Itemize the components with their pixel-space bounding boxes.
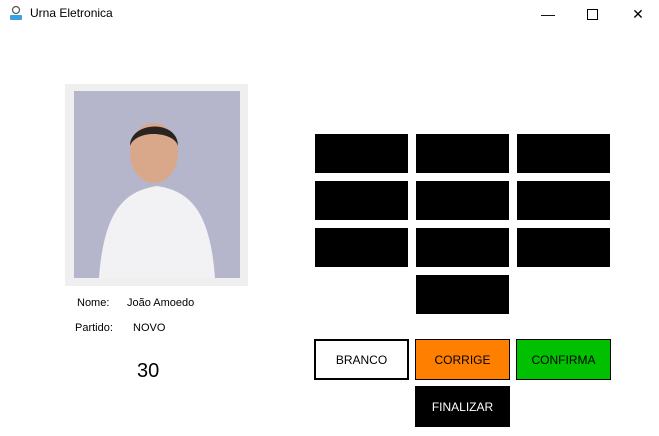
party-label: Partido: [75,322,113,334]
keypad-key-5[interactable] [416,181,509,220]
party-value: NOVO [133,322,166,334]
candidate-number: 30 [137,360,160,382]
corrige-button[interactable]: CORRIGE [415,339,510,380]
keypad-key-2[interactable] [416,134,509,173]
keypad-key-6[interactable] [517,181,610,220]
app-icon [8,5,24,21]
maximize-button[interactable] [569,0,615,28]
close-button[interactable]: ✕ [615,0,659,28]
keypad-key-0[interactable] [416,275,509,314]
keypad-key-7[interactable] [315,228,408,267]
candidate-photo [74,91,240,278]
name-label: Nome: [77,297,110,309]
name-value: João Amoedo [127,297,195,309]
branco-button[interactable]: BRANCO [314,339,409,380]
candidate-photo-frame [65,84,248,286]
window-title: Urna Eletronica [30,6,113,20]
finalizar-button[interactable]: FINALIZAR [415,386,510,427]
minimize-button[interactable]: — [525,0,571,28]
keypad-key-8[interactable] [416,228,509,267]
keypad-key-3[interactable] [517,134,610,173]
keypad-key-1[interactable] [315,134,408,173]
keypad-key-9[interactable] [517,228,610,267]
confirma-button[interactable]: CONFIRMA [516,339,611,380]
keypad-key-4[interactable] [315,181,408,220]
